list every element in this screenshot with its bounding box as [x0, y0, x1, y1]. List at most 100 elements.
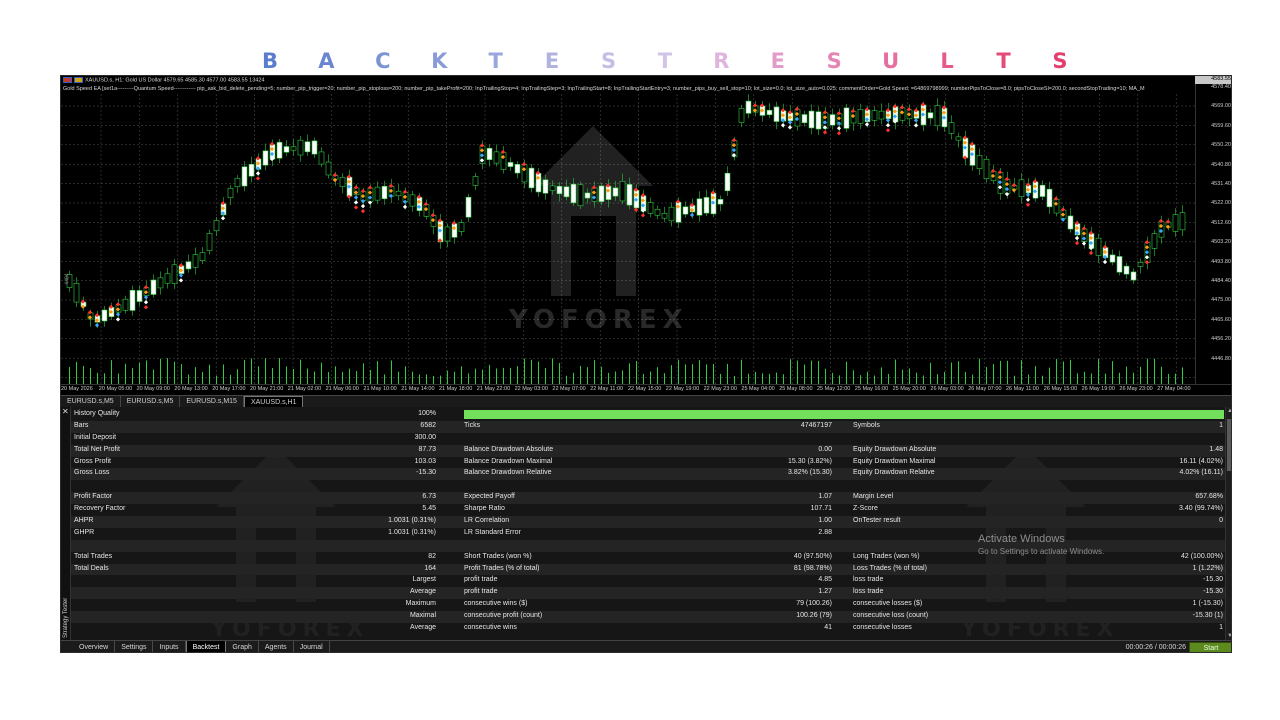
margin-level-label: Margin Level	[853, 493, 894, 501]
equity-dd-max-label: Equity Drawdown Maximal	[853, 457, 936, 465]
price-tick-label: 4465.60	[1211, 316, 1231, 323]
candle-body	[801, 114, 808, 124]
average-consecutive-label: Average	[410, 624, 436, 632]
candle-body	[654, 208, 661, 216]
trade-marker	[1081, 241, 1087, 246]
trade-marker	[255, 171, 261, 176]
candle-body	[619, 181, 626, 202]
title-letter: T	[657, 49, 673, 73]
tab-backtest[interactable]: Backtest	[185, 641, 227, 652]
average-loss-value: -15.30	[1203, 588, 1223, 596]
candle-body	[122, 298, 129, 311]
candle-body	[647, 202, 654, 214]
long-trades-value: 42 (100.00%)	[1180, 552, 1223, 560]
candle-body	[269, 144, 276, 160]
balance-dd-max-label: Balance Drawdown Maximal	[464, 457, 553, 465]
tab-agents[interactable]: Agents	[259, 641, 294, 652]
gross-profit-row: Gross Profit 103.03 Balance Drawdown Max…	[71, 457, 1225, 469]
profit-factor-label: Profit Factor	[74, 493, 113, 501]
lr-std-error-label: LR Standard Error	[464, 528, 521, 536]
recovery-factor-row: Recovery Factor 5.45 Sharpe Ratio 107.71…	[71, 504, 1225, 516]
time-tick-label: 20 May 05:00	[98, 386, 133, 392]
candle-body	[507, 162, 514, 167]
close-icon[interactable]: ✕	[62, 408, 70, 416]
time-tick-label: 21 May 02:00	[287, 386, 322, 392]
candle-body	[1088, 233, 1095, 249]
tab-settings[interactable]: Settings	[115, 641, 154, 652]
largest-profit-value: 4.85	[818, 576, 832, 584]
candle-body	[1053, 198, 1060, 214]
tester-tabs: Overview Settings Inputs Backtest Graph Agent…	[73, 641, 330, 652]
price-tick-label: 4512.60	[1211, 219, 1231, 226]
avg-consecutive-wins-value: 41	[824, 624, 832, 632]
tab-overview[interactable]: Overview	[73, 641, 116, 652]
largest-loss-value: -15.30	[1203, 576, 1223, 584]
time-tick-label: 25 May 12:00	[817, 386, 851, 392]
candle-body	[948, 122, 955, 134]
candle-body	[451, 223, 458, 238]
page-title: BACKTESTRESULTS	[250, 46, 1080, 76]
margin-level-value: 657.68%	[1195, 493, 1223, 501]
gross-profit-value: 103.03	[414, 457, 436, 465]
candle-body	[927, 112, 934, 119]
candle-body	[696, 198, 703, 216]
z-score-label: Z-Score	[853, 505, 878, 513]
ea-settings-header: Gold Speed EA [set1a---------Quantum Spe…	[63, 86, 1145, 92]
title-letter: B	[261, 49, 278, 73]
loss-trades-label: Loss Trades (% of total)	[853, 564, 927, 572]
trade-marker	[178, 278, 184, 283]
tab-journal[interactable]: Journal	[294, 641, 330, 652]
strategy-tester-label: Strategy Tester	[63, 597, 69, 638]
consecutive-profit-label: consecutive profit (count)	[464, 612, 543, 620]
title-letter: K	[431, 49, 448, 73]
candle-body	[899, 107, 906, 121]
trade-marker	[836, 131, 842, 136]
price-chart[interactable]: XAUUSD.s, H1: Gold US Dollar 4579.65 458…	[61, 76, 1231, 395]
candle-body	[276, 141, 283, 159]
initial-deposit-label: Initial Deposit	[74, 433, 117, 441]
scroll-up-icon[interactable]: ▲	[1226, 407, 1231, 415]
candlestick-chart	[61, 94, 1195, 384]
history-quality-row: History Quality 100%	[71, 409, 1225, 421]
title-letter: L	[940, 49, 954, 73]
total-trades-value: 82	[428, 552, 436, 560]
candle-body	[206, 233, 213, 251]
candle-body	[514, 163, 521, 174]
time-tick-label: 25 May 08:00	[779, 386, 813, 392]
title-letter: E	[544, 49, 560, 73]
start-button[interactable]: Start	[1189, 642, 1231, 652]
equity-dd-rel-label: Equity Drawdown Relative	[853, 469, 935, 477]
backtest-results-table: History Quality 100% Bars 6582 Ticks 474…	[71, 409, 1225, 635]
title-letter: S	[600, 49, 617, 73]
scroll-down-icon[interactable]: ▼	[1226, 632, 1231, 640]
largest-row: Largest profit trade 4.85 loss trade -15…	[71, 575, 1225, 587]
time-tick-label: 20 May 21:00	[250, 386, 284, 392]
avg-consecutive-losses-value: 1	[1219, 624, 1223, 632]
scroll-thumb[interactable]	[1227, 419, 1231, 471]
candle-body	[339, 177, 346, 187]
trade-marker	[640, 213, 646, 218]
tab-graph[interactable]: Graph	[226, 641, 259, 652]
total-trades-label: Total Trades	[74, 552, 113, 560]
tester-scrollbar[interactable]: ▲ ▼	[1225, 407, 1231, 640]
time-tick-label: 25 May 16:00	[854, 386, 889, 392]
long-trades-label: Long Trades (won %)	[853, 552, 920, 560]
maximal-label: Maximal	[409, 612, 436, 620]
trade-marker	[94, 323, 100, 328]
candle-body	[1137, 261, 1144, 267]
price-tick-label: 4493.80	[1211, 258, 1231, 265]
candle-body	[843, 107, 850, 129]
short-trades-label: Short Trades (won %)	[464, 552, 532, 560]
price-tick-label: 4550.20	[1211, 142, 1231, 149]
symbol-flag-icon	[63, 77, 72, 83]
tab-inputs[interactable]: Inputs	[153, 641, 186, 652]
candle-body	[570, 183, 577, 204]
candle-body	[703, 197, 710, 214]
time-tick-label: 25 May 04:00	[741, 386, 775, 392]
time-tick-label: 22 May 07:00	[552, 386, 586, 392]
candle-body	[465, 196, 472, 218]
ontester-result-value: 0	[1219, 517, 1223, 525]
trade-marker	[360, 203, 366, 209]
candle-body	[290, 146, 297, 151]
candle-body	[486, 148, 493, 160]
